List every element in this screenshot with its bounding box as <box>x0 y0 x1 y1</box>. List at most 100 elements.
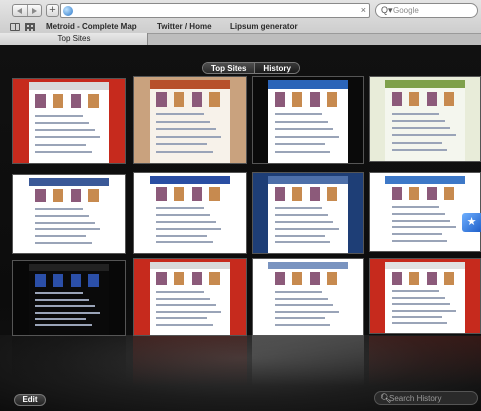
bookmark-lipsum[interactable]: Lipsum generator <box>230 22 298 31</box>
thumbnail-text-line <box>391 141 442 144</box>
thumbnail-block <box>274 272 285 286</box>
thumbnail-text-line <box>35 129 95 132</box>
thumbnail-page <box>149 262 231 335</box>
thumbnail-block <box>35 93 46 109</box>
thumbnail-block <box>70 93 82 109</box>
thumbnail-block <box>274 186 285 201</box>
thumbnail-text-line <box>391 134 456 137</box>
tab-history-toggle[interactable]: History <box>254 63 299 73</box>
thumbnail-page <box>149 80 231 163</box>
thumbnail-header <box>268 80 348 89</box>
thumbnail-text-line <box>35 208 84 211</box>
thumbnail-page <box>385 80 465 161</box>
thumbnail-page <box>268 80 348 163</box>
thumbnail-text-line <box>391 212 445 215</box>
top-site-thumbnail[interactable] <box>12 260 126 336</box>
thumbnail-page <box>28 263 110 335</box>
thumbnail-text-line <box>274 220 334 223</box>
search-icon[interactable]: Q▾ <box>381 5 393 16</box>
edit-button[interactable]: Edit <box>14 394 46 406</box>
search-input[interactable]: Q▾ Google <box>375 3 478 18</box>
thumbnail-text-line <box>274 143 325 146</box>
thumbnail-block <box>156 186 167 201</box>
thumbnail-block <box>426 271 437 285</box>
thumbnail-text-line <box>274 135 339 138</box>
add-bookmark-button[interactable]: + <box>46 4 59 17</box>
bookmarks-book-icon[interactable] <box>10 23 20 31</box>
forward-arrow-icon <box>31 7 37 14</box>
thumbnail-text-line <box>156 128 216 131</box>
thumbnail-block <box>35 273 46 287</box>
thumbnail-text-line <box>274 317 325 320</box>
thumbnail-reflection <box>133 336 247 386</box>
forward-button[interactable] <box>26 5 42 16</box>
thumbnail-header <box>28 178 110 186</box>
thumbnail-text-line <box>274 227 339 230</box>
thumbnail-text-line <box>156 143 207 146</box>
thumbnail-reflection <box>369 336 481 386</box>
top-site-thumbnail[interactable] <box>252 172 364 254</box>
thumbnail-text-line <box>35 221 95 224</box>
thumbnail-text-line <box>274 304 334 307</box>
top-site-thumbnail[interactable] <box>12 78 126 164</box>
tab-top-sites-toggle[interactable]: Top Sites <box>203 63 255 73</box>
thumbnail-block <box>209 186 220 201</box>
top-site-thumbnail[interactable] <box>369 172 481 252</box>
top-site-thumbnail[interactable] <box>252 258 364 336</box>
top-site-thumbnail[interactable] <box>12 174 126 254</box>
nav-buttons <box>12 4 42 17</box>
thumbnail-text-line <box>274 310 339 313</box>
thumbnail-text-line <box>391 290 440 293</box>
thumbnail-text-line <box>391 303 451 306</box>
top-site-thumbnail[interactable] <box>133 76 247 164</box>
thumbnail-text-line <box>35 317 86 320</box>
bookmark-twitter-home[interactable]: Twitter / Home <box>157 22 212 31</box>
back-button[interactable] <box>13 5 27 16</box>
thumbnail-text-line <box>156 213 211 216</box>
thumbnail-text-line <box>156 206 205 209</box>
thumbnail-text-line <box>274 120 328 123</box>
top-site-thumbnail[interactable] <box>133 258 247 336</box>
thumbnail-block <box>191 272 203 286</box>
thumbnail-text-line <box>35 228 101 231</box>
thumbnail-text-line <box>156 241 213 244</box>
thumbnail-text-line <box>274 113 323 116</box>
thumbnail-text-line <box>156 120 211 123</box>
tab-top-sites[interactable]: Top Sites <box>0 33 148 45</box>
thumbnail-block <box>309 91 320 107</box>
thumbnail-block <box>70 273 82 287</box>
browser-chrome: + × Q▾ Google Metroid - Complete Map Twi… <box>0 0 481 45</box>
thumbnail-text-line <box>35 214 90 217</box>
thumbnail-text-line <box>156 220 216 223</box>
thumbnail-text-line <box>391 296 445 299</box>
thumbnail-text-line <box>35 324 92 327</box>
thumbnail-block <box>326 91 338 107</box>
bookmark-metroid-map[interactable]: Metroid - Complete Map <box>46 22 137 31</box>
thumbnail-page <box>149 176 231 253</box>
thumbnail-text-line <box>391 112 440 115</box>
top-site-thumbnail[interactable] <box>369 258 481 334</box>
thumbnail-text-line <box>35 136 101 139</box>
top-site-thumbnail[interactable] <box>252 76 364 164</box>
thumbnail-text-line <box>274 297 328 300</box>
top-site-thumbnail[interactable] <box>133 172 247 254</box>
clear-url-icon[interactable]: × <box>361 5 366 15</box>
search-history-input[interactable]: 🔍︎ Search History <box>374 391 478 405</box>
thumbnail-page <box>268 176 348 253</box>
thumbnail-text-line <box>391 206 440 209</box>
thumbnail-text-line <box>156 317 207 320</box>
top-site-thumbnail[interactable] <box>369 76 481 162</box>
thumbnail-text-line <box>35 311 101 314</box>
thumbnail-text-line <box>156 310 222 313</box>
thumbnail-block <box>274 91 285 107</box>
address-bar[interactable]: × <box>60 3 370 18</box>
top-sites-grid-icon[interactable] <box>25 23 35 31</box>
thumbnail-block <box>443 186 455 201</box>
thumbnail-block <box>88 273 99 287</box>
thumbnail-block <box>309 186 320 201</box>
thumbnail-block <box>391 91 402 107</box>
tab-bar: Top Sites <box>0 33 481 45</box>
search-placeholder: Google <box>393 6 419 15</box>
thumbnail-header <box>149 176 231 184</box>
thumbnail-block <box>326 272 338 286</box>
